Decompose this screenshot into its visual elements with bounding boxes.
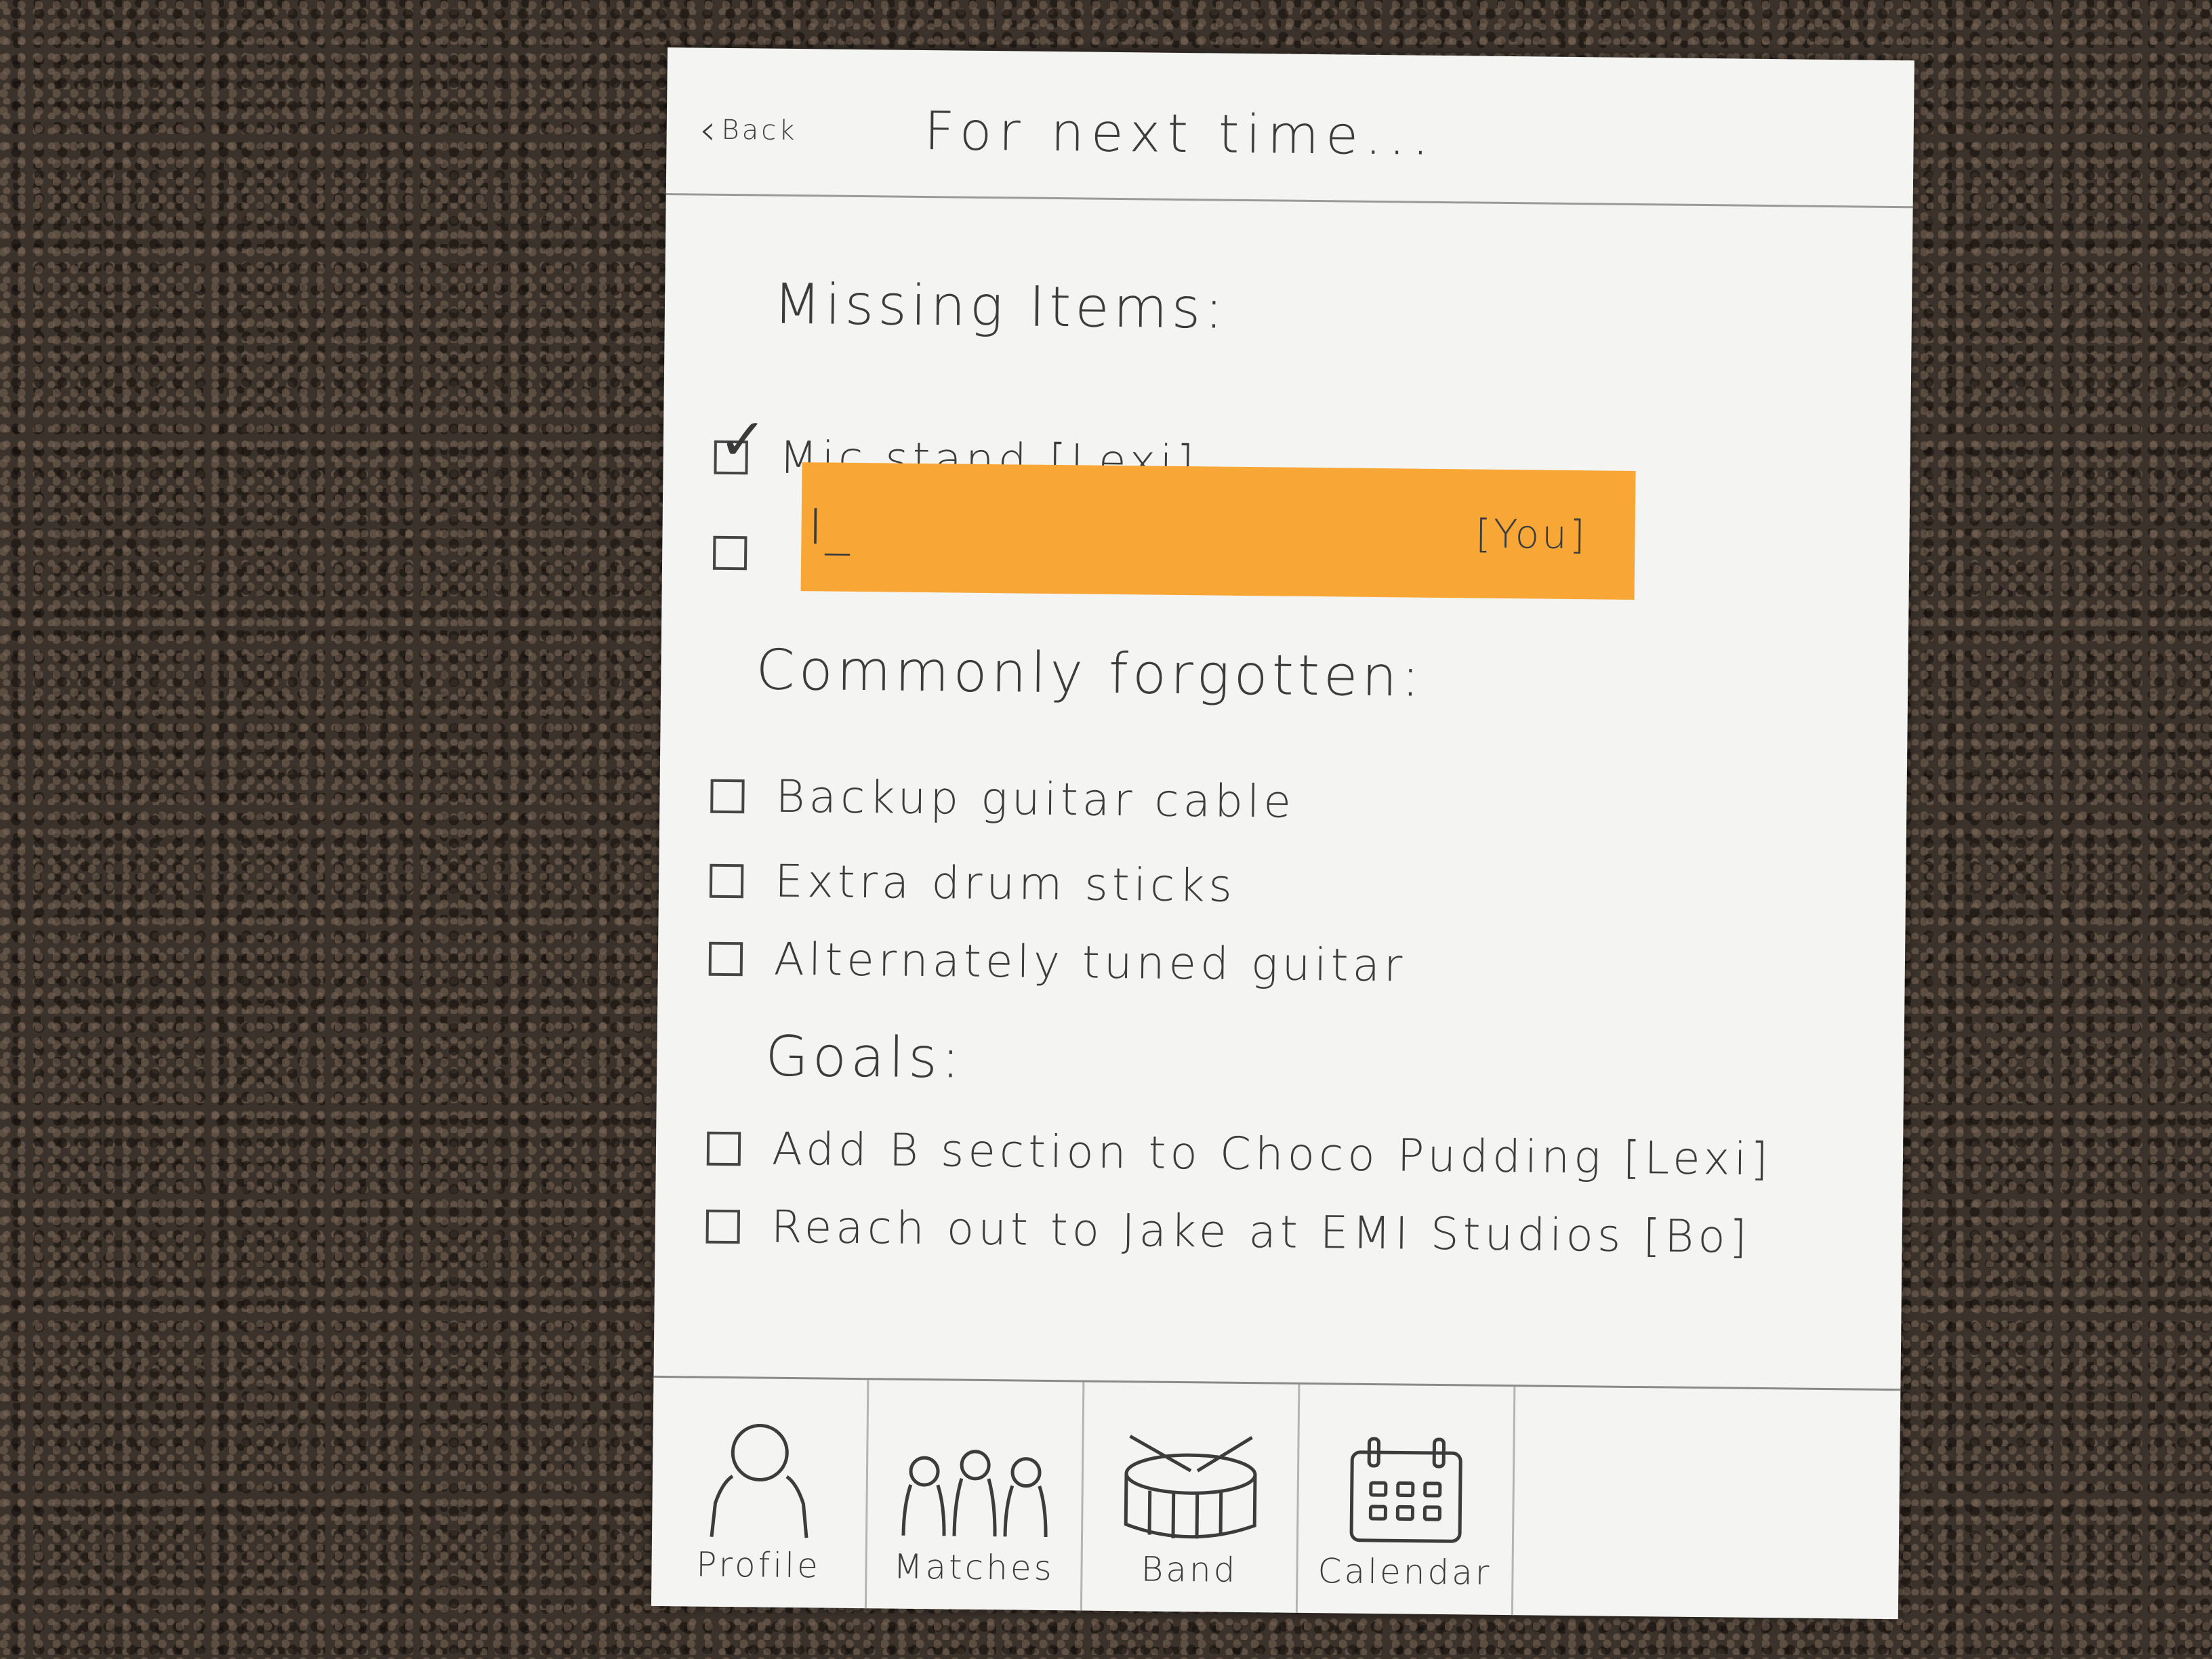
checkbox[interactable] bbox=[705, 1209, 741, 1244]
item-label: Alternately tuned guitar bbox=[773, 933, 1407, 992]
drum-icon bbox=[1124, 1435, 1256, 1539]
tab-band[interactable]: Band bbox=[1082, 1382, 1300, 1615]
checkbox-checked[interactable]: ✓ bbox=[714, 405, 772, 474]
app-screen: ‹ Back For next time... Missing Items: ✓… bbox=[651, 47, 1914, 1620]
list-item-goal-2[interactable]: Reach out to Jake at EMI Studios [Bo] bbox=[705, 1200, 1751, 1263]
tab-label: Band bbox=[1141, 1549, 1238, 1590]
chevron-left-icon: ‹ bbox=[699, 104, 719, 155]
item-label: Backup guitar cable bbox=[775, 770, 1296, 828]
input-value: I_ bbox=[808, 498, 853, 556]
tab-label: Profile bbox=[696, 1544, 821, 1586]
checkbox[interactable] bbox=[708, 941, 743, 976]
checkbox[interactable] bbox=[709, 863, 744, 898]
checkbox[interactable] bbox=[706, 1131, 741, 1166]
tab-matches[interactable]: Matches bbox=[866, 1380, 1085, 1613]
back-label: Back bbox=[721, 114, 798, 147]
list-item-forgotten-2[interactable]: Extra drum sticks bbox=[709, 855, 1237, 912]
tab-bar: Profile Matches Band Calendar bbox=[651, 1375, 1901, 1620]
tab-profile[interactable]: Profile bbox=[651, 1377, 869, 1611]
assignee-tag: [You] bbox=[1475, 510, 1588, 558]
item-label: Add B section to Choco Pudding [Lexi] bbox=[771, 1122, 1773, 1186]
tab-bar-spacer bbox=[1513, 1387, 1901, 1619]
tab-label: Calendar bbox=[1317, 1551, 1492, 1593]
missing-items-heading: Missing Items: bbox=[773, 272, 1228, 342]
back-button[interactable]: ‹ Back bbox=[699, 104, 798, 155]
header-bar: ‹ Back For next time... bbox=[665, 47, 1914, 209]
item-label: Extra drum sticks bbox=[774, 855, 1237, 912]
checkbox[interactable] bbox=[710, 779, 745, 813]
commonly-forgotten-heading: Commonly forgotten: bbox=[755, 638, 1425, 710]
tab-calendar[interactable]: Calendar bbox=[1297, 1384, 1516, 1618]
checkmark-icon: ✓ bbox=[718, 405, 772, 474]
item-label: Reach out to Jake at EMI Studios [Bo] bbox=[771, 1200, 1751, 1263]
page-title: For next time... bbox=[924, 100, 1437, 167]
list-item-missing-new[interactable] bbox=[712, 535, 779, 571]
tab-label: Matches bbox=[893, 1547, 1055, 1589]
list-item-forgotten-1[interactable]: Backup guitar cable bbox=[710, 770, 1295, 828]
goals-heading: Goals: bbox=[764, 1024, 964, 1091]
checkbox[interactable] bbox=[712, 535, 747, 571]
new-item-input[interactable]: I_ [You] bbox=[800, 462, 1636, 600]
person-icon bbox=[710, 1424, 808, 1538]
people-icon bbox=[901, 1450, 1048, 1537]
list-item-goal-1[interactable]: Add B section to Choco Pudding [Lexi] bbox=[706, 1122, 1773, 1186]
calendar-icon bbox=[1349, 1437, 1462, 1543]
list-item-forgotten-3[interactable]: Alternately tuned guitar bbox=[708, 933, 1407, 992]
